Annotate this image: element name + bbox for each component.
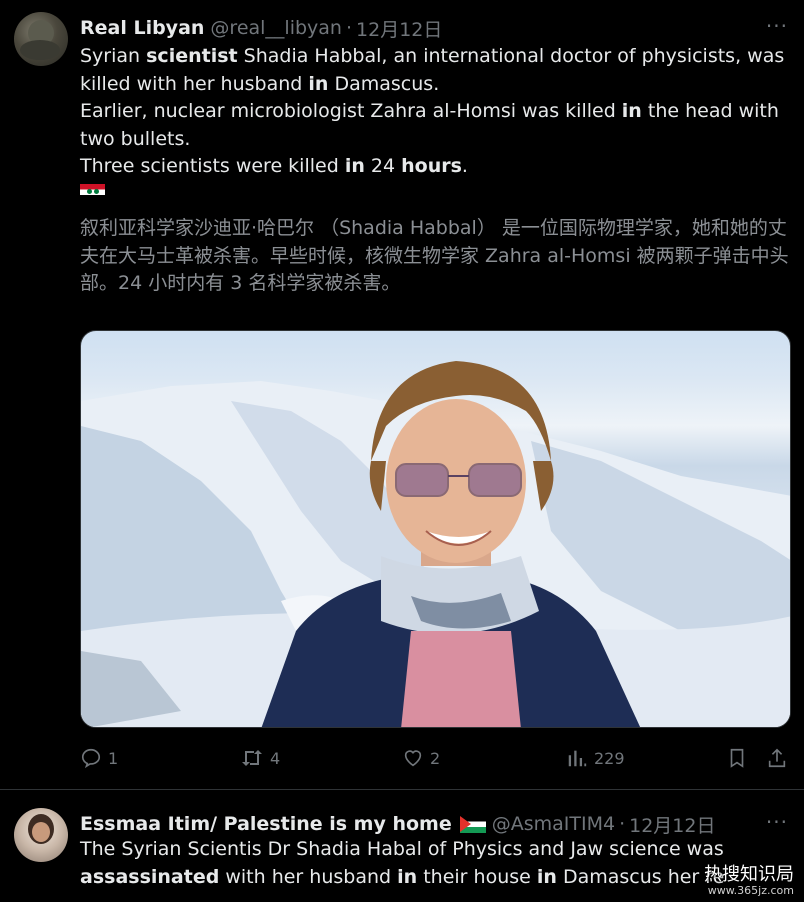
- tweet-header: Essmaa Itim/ Palestine is my home @AsmaI…: [80, 810, 715, 838]
- watermark-text: 热搜知识局: [704, 864, 794, 885]
- more-options-icon[interactable]: ···: [766, 810, 788, 834]
- reply-button[interactable]: 1: [80, 747, 118, 769]
- views-chart-icon: [568, 750, 587, 767]
- tweet-actions: 1 4 2 229: [80, 745, 795, 777]
- palestine-flag-icon: [459, 815, 486, 833]
- avatar[interactable]: [14, 12, 68, 66]
- like-count: 2: [430, 748, 441, 768]
- author-name[interactable]: Essmaa Itim/ Palestine is my home: [80, 813, 452, 835]
- tweet-photo[interactable]: [80, 330, 791, 728]
- views-button[interactable]: 229: [566, 747, 625, 769]
- watermark-site: www.365jz.com: [707, 884, 794, 897]
- heart-icon: [404, 750, 422, 767]
- reply-count: 1: [108, 748, 119, 768]
- tweet-date[interactable]: 12月12日: [629, 811, 715, 838]
- translated-text: 叙利亚科学家沙迪亚·哈巴尔 （Shadia Habbal） 是一位国际物理学家，…: [80, 217, 789, 294]
- retweet-icon: [242, 750, 262, 766]
- share-button[interactable]: [766, 747, 794, 769]
- more-options-icon[interactable]: ···: [766, 14, 788, 38]
- like-button[interactable]: 2: [402, 747, 440, 769]
- syria-flag-icon: [80, 184, 105, 201]
- tweet-date[interactable]: 12月12日: [356, 15, 442, 42]
- bookmark-button[interactable]: [726, 747, 754, 769]
- share-icon: [768, 748, 786, 768]
- author-handle[interactable]: @real__libyan: [210, 17, 342, 39]
- separator-dot: ·: [619, 813, 626, 835]
- retweet-count: 4: [270, 748, 281, 768]
- reply-icon: [81, 748, 101, 769]
- tweet-text-line: The Syrian Scientis Dr Shadia Habal of P…: [80, 838, 724, 860]
- views-count: 229: [594, 748, 625, 768]
- separator-dot: ·: [345, 17, 353, 39]
- author-name[interactable]: Real Libyan: [80, 17, 204, 39]
- avatar[interactable]: [14, 808, 68, 862]
- tweet-text-line: assassinated with her husband in their h…: [80, 866, 725, 888]
- bookmark-icon: [730, 748, 744, 768]
- tweet-header: Real Libyan @real__libyan · 12月12日: [80, 14, 442, 42]
- author-handle[interactable]: @AsmaITIM4: [492, 813, 615, 835]
- tweet-text: Syrian scientist Shadia Habbal, an inter…: [80, 45, 785, 177]
- tweet-real-libyan[interactable]: Real Libyan @real__libyan · 12月12日 ··· S…: [0, 0, 804, 790]
- retweet-button[interactable]: 4: [240, 747, 280, 769]
